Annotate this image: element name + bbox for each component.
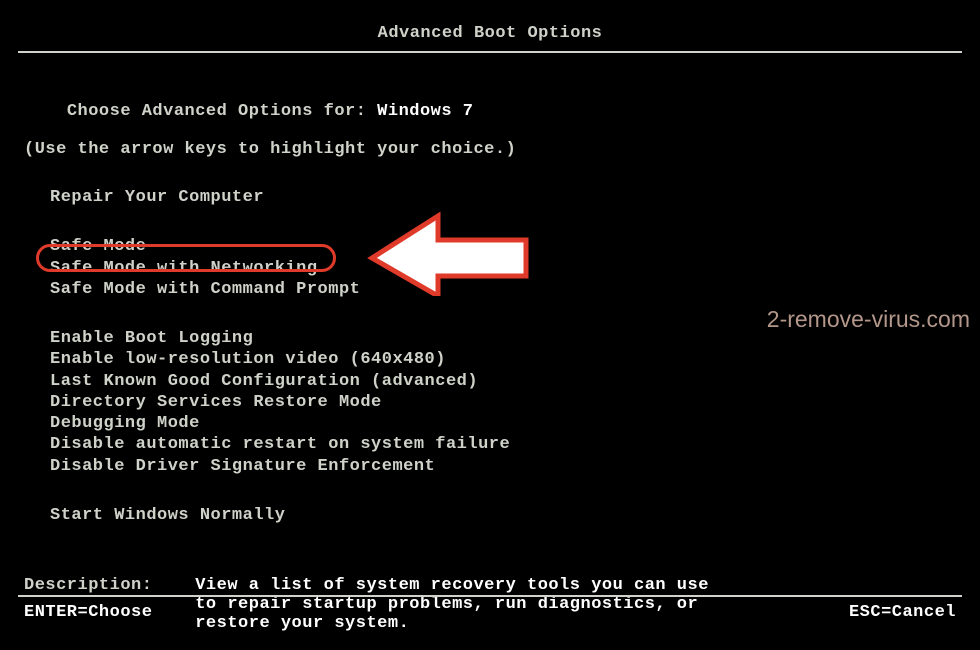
footer-esc: ESC=Cancel [849,603,956,622]
divider-bottom [18,595,962,597]
menu-item[interactable]: Directory Services Restore Mode [50,392,956,413]
menu-group-safe: Safe Mode Safe Mode with Networking Safe… [24,236,956,300]
menu-group-repair: Repair Your Computer [24,187,956,208]
menu-item[interactable]: Repair Your Computer [50,187,956,208]
menu-group-misc: Enable Boot Logging Enable low-resolutio… [24,328,956,477]
watermark: 2-remove-virus.com [767,306,970,333]
menu-item[interactable]: Last Known Good Configuration (advanced) [50,371,956,392]
menu-item[interactable]: Safe Mode with Command Prompt [50,279,956,300]
menu-item[interactable]: Safe Mode [50,236,956,257]
os-name: Windows 7 [377,102,473,121]
page-title: Advanced Boot Options [0,0,980,47]
choose-prefix: Choose Advanced Options for: [67,102,377,121]
menu-item[interactable]: Start Windows Normally [50,505,956,526]
menu-group-start: Start Windows Normally [24,505,956,526]
arrow-hint: (Use the arrow keys to highlight your ch… [24,140,956,159]
choose-prompt: Choose Advanced Options for: Windows 7 [24,83,956,140]
menu-item[interactable]: Enable low-resolution video (640x480) [50,349,956,370]
menu-item[interactable]: Disable automatic restart on system fail… [50,434,956,455]
menu-item[interactable]: Disable Driver Signature Enforcement [50,456,956,477]
menu-item[interactable]: Debugging Mode [50,413,956,434]
footer-enter: ENTER=Choose [24,603,152,622]
menu-item[interactable]: Safe Mode with Networking [50,258,956,279]
